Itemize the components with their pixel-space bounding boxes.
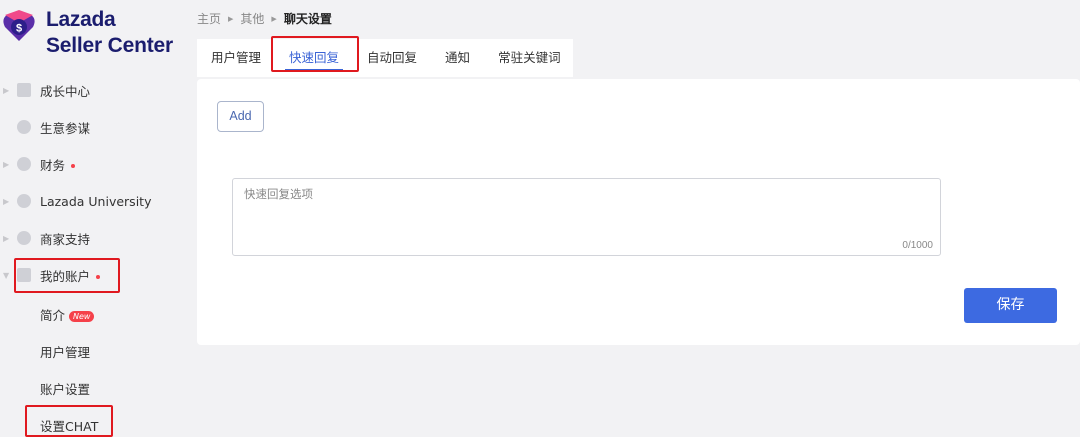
- highlight-box: [14, 258, 120, 293]
- new-badge: New: [69, 311, 95, 322]
- add-button[interactable]: Add: [217, 101, 264, 132]
- sidebar-subitem-account-settings[interactable]: 账户设置: [40, 379, 90, 398]
- lazada-logo[interactable]: $ Lazada Seller Center: [0, 4, 188, 64]
- character-counter: 0/1000: [902, 240, 933, 251]
- sidebar-item-label: 成长中心: [40, 83, 91, 99]
- sidebar-item-label: Lazada University: [40, 193, 152, 209]
- brand-subtitle: Seller Center: [46, 34, 173, 57]
- sidebar-item-label: 商家支持: [40, 231, 91, 247]
- sidebar-item-support[interactable]: ▶ 商家支持: [0, 223, 188, 253]
- sidebar-item-finance[interactable]: ▶ 财务: [0, 149, 188, 179]
- sidebar-item-university[interactable]: ▶ Lazada University: [0, 186, 188, 216]
- quick-reply-panel: Add 快速回复选项 0/1000 保存: [197, 79, 1080, 345]
- breadcrumb: 主页 ▶ 其他 ▶ 聊天设置: [197, 10, 332, 27]
- tab-auto-reply[interactable]: 自动回复: [353, 39, 431, 77]
- tab-notifications[interactable]: 通知: [431, 39, 484, 77]
- sidebar-item-analytics[interactable]: 生意参谋: [0, 112, 188, 142]
- analytics-icon: [17, 120, 31, 134]
- chevron-right-icon: ▶: [271, 14, 277, 23]
- save-button[interactable]: 保存: [964, 288, 1057, 323]
- sidebar: $ Lazada Seller Center ▶ 成长中心 生意参谋 ▶ 财务 …: [0, 0, 188, 437]
- breadcrumb-current: 聊天设置: [283, 12, 332, 26]
- support-icon: [17, 231, 31, 245]
- chevron-right-icon: ▶: [3, 196, 10, 206]
- sidebar-item-growth[interactable]: ▶ 成长中心: [0, 75, 188, 105]
- lazada-heart-icon: $: [3, 10, 35, 41]
- tab-keywords[interactable]: 常驻关键词: [484, 39, 575, 77]
- highlight-box: [25, 405, 113, 437]
- chevron-right-icon: ▶: [3, 233, 10, 243]
- brand-name: Lazada: [46, 8, 116, 31]
- chevron-right-icon: ▶: [3, 159, 10, 169]
- chevron-right-icon: ▶: [228, 14, 234, 23]
- tab-bar: 用户管理 快速回复 自动回复 通知 常驻关键词: [197, 39, 573, 77]
- notification-dot: [71, 164, 76, 168]
- breadcrumb-other[interactable]: 其他: [240, 10, 264, 27]
- finance-icon: [17, 157, 31, 171]
- sidebar-subitem-user-management[interactable]: 用户管理: [40, 342, 90, 361]
- sidebar-item-label: 财务: [40, 155, 76, 174]
- chevron-down-icon: ▼: [3, 270, 10, 280]
- tab-user-management[interactable]: 用户管理: [197, 39, 275, 77]
- svg-text:$: $: [16, 23, 22, 35]
- breadcrumb-home[interactable]: 主页: [197, 10, 221, 27]
- sidebar-subitem-profile[interactable]: 简介 New: [40, 305, 95, 324]
- textarea-placeholder: 快速回复选项: [244, 187, 313, 201]
- growth-icon: [17, 83, 31, 97]
- university-icon: [17, 194, 31, 208]
- highlight-box: [271, 36, 359, 72]
- sidebar-item-label: 生意参谋: [40, 120, 91, 136]
- quick-reply-textarea[interactable]: 快速回复选项 0/1000: [232, 178, 941, 256]
- chevron-right-icon: ▶: [3, 85, 10, 95]
